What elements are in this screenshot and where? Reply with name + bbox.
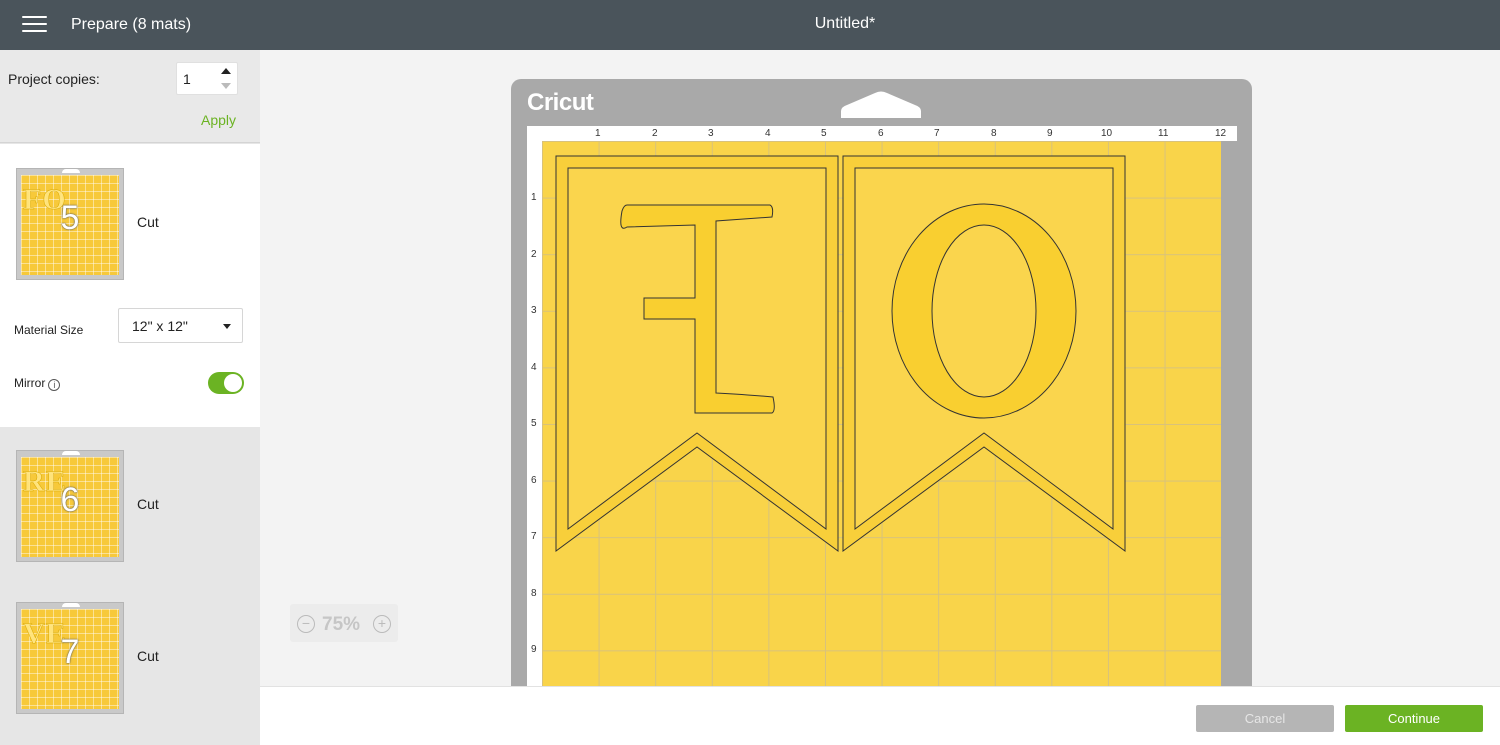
mat-number: 6 (60, 481, 80, 519)
mat-grid-area[interactable] (542, 141, 1221, 686)
project-copies-panel: Project copies: 1 Apply (0, 50, 260, 143)
mirror-toggle[interactable] (208, 372, 244, 394)
ruler-left: 1 2 3 4 5 6 7 8 9 (527, 126, 542, 686)
project-copies-label: Project copies: (8, 71, 100, 87)
banner-pennant-left[interactable] (555, 155, 839, 552)
mat-thumbnail[interactable]: RE 6 (16, 450, 124, 562)
zoom-out-icon[interactable]: − (297, 615, 315, 633)
mat-number: 5 (60, 199, 80, 237)
chevron-down-icon (223, 324, 231, 329)
footer-bar: Cancel Continue (260, 686, 1500, 745)
cancel-button[interactable]: Cancel (1196, 705, 1334, 732)
banner-pennant-right[interactable] (842, 155, 1126, 552)
top-bar: Prepare (8 mats) Untitled* (0, 0, 1500, 50)
mat-preview-canvas[interactable]: Cricut 0 1 2 3 4 5 6 7 8 9 10 11 12 1 2 … (260, 50, 1500, 686)
material-size-value: 12" x 12" (132, 318, 188, 334)
mat-cut-label: Cut (137, 214, 159, 230)
project-copies-input[interactable]: 1 (176, 62, 238, 95)
zoom-control: − 75% + (290, 604, 398, 642)
apply-button[interactable]: Apply (201, 112, 236, 128)
mirror-label: Mirror i (14, 376, 61, 391)
mat-item-6[interactable]: RE 6 Cut (0, 450, 260, 600)
cutting-mat: Cricut 0 1 2 3 4 5 6 7 8 9 10 11 12 1 2 … (511, 79, 1252, 686)
mat-cut-label: Cut (137, 648, 159, 664)
continue-button[interactable]: Continue (1345, 705, 1483, 732)
cricut-logo: Cricut (527, 89, 594, 116)
mat-item-7[interactable]: VE 7 Cut (0, 602, 260, 745)
info-icon[interactable]: i (48, 379, 61, 391)
mat-handle-icon (841, 91, 921, 118)
mat-thumbnail[interactable]: VE 7 (16, 602, 124, 714)
banner-cut-shapes[interactable] (542, 141, 1221, 686)
zoom-in-icon[interactable]: + (373, 615, 391, 633)
mat-number: 7 (60, 633, 80, 671)
mat-sidebar: Project copies: 1 Apply FO 5 Cut Materia… (0, 50, 260, 745)
zoom-level: 75% (322, 614, 361, 635)
material-size-label: Material Size (14, 323, 84, 337)
mat-cut-label: Cut (137, 496, 159, 512)
mat-thumbnail[interactable]: FO 5 (16, 168, 124, 280)
project-copies-value: 1 (183, 71, 191, 87)
mat-item-5[interactable]: FO 5 Cut (0, 168, 260, 318)
decrement-arrow-icon[interactable] (221, 83, 231, 89)
material-size-select[interactable]: 12" x 12" (118, 308, 243, 343)
increment-arrow-icon[interactable] (221, 68, 231, 74)
document-title: Untitled* (814, 15, 876, 32)
ruler-top: 0 1 2 3 4 5 6 7 8 9 10 11 12 (527, 126, 1237, 141)
